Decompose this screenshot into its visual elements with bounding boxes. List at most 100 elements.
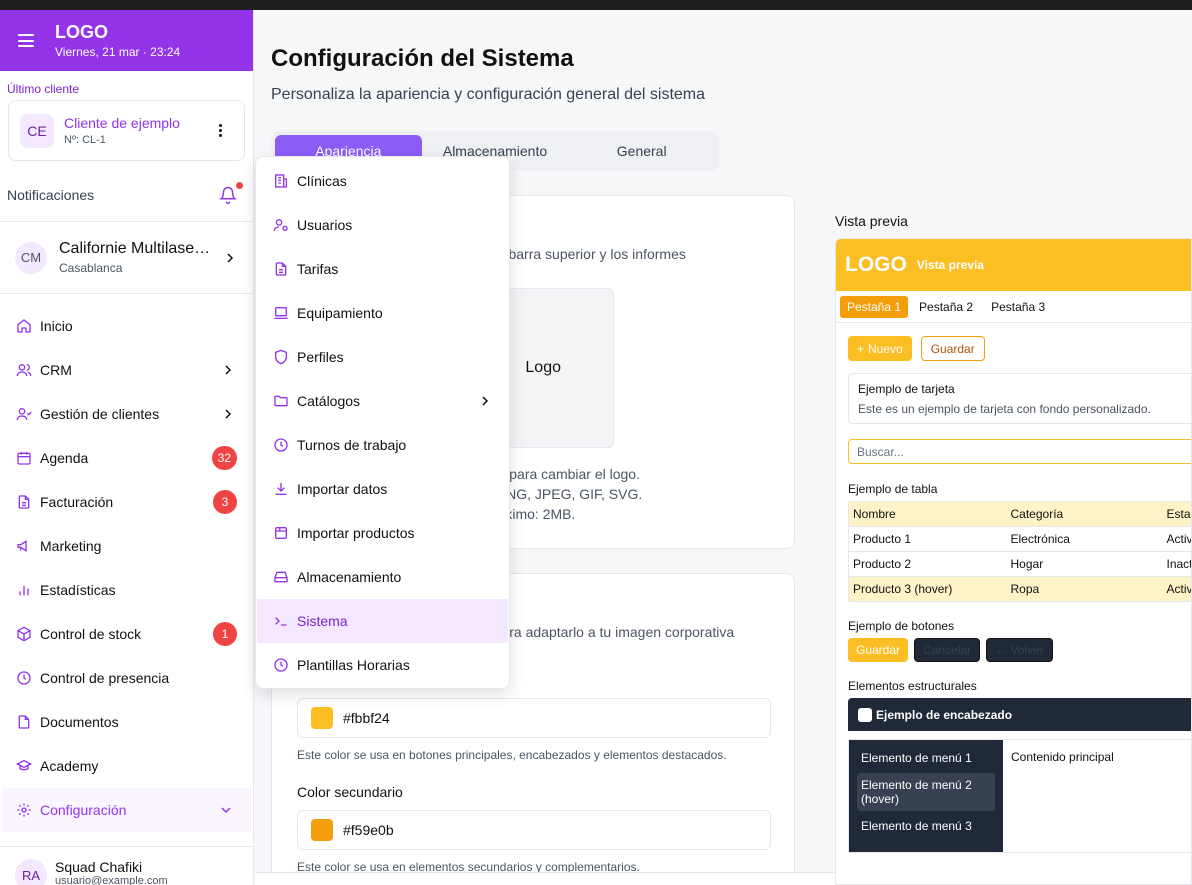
terminal-icon — [275, 617, 287, 626]
sidebar-item-label: Agenda — [40, 450, 89, 466]
submenu-item-label: Turnos de trabajo — [297, 437, 407, 453]
preview-struct-title: Elementos estructurales — [848, 679, 977, 693]
file-text-icon — [275, 262, 287, 276]
notifications-row[interactable]: Notificaciones — [0, 169, 253, 222]
submenu-item-clinicas[interactable]: Clínicas — [257, 159, 508, 203]
user-email: usuario@example.com — [55, 875, 168, 885]
sidebar-item-academy[interactable]: Academy — [0, 744, 253, 788]
chevron-right-icon — [227, 252, 234, 263]
secondary-color-field[interactable]: #f59e0b — [297, 810, 771, 850]
tab-general[interactable]: General — [568, 135, 715, 167]
preview-search-input[interactable]: Buscar... — [848, 439, 1191, 464]
primary-color-swatch[interactable] — [311, 707, 333, 729]
chevron-right-icon — [225, 409, 232, 419]
submenu-item-sistema[interactable]: Sistema — [257, 599, 508, 643]
preview-main-content: Contenido principal — [1011, 750, 1114, 764]
clock-icon — [274, 438, 288, 452]
preview-btn-cancel[interactable]: Cancelar — [914, 638, 981, 662]
client-name[interactable]: Cliente de ejemplo — [64, 115, 180, 131]
building-icon — [275, 174, 287, 188]
primary-color-help: Este color se usa en botones principales… — [297, 748, 727, 762]
preview-menu-item[interactable]: Elemento de menú 3 — [857, 814, 995, 838]
submenu-item-tarifas[interactable]: Tarifas — [257, 247, 508, 291]
app-logo[interactable]: LOGO — [55, 21, 180, 43]
submenu-item-label: Tarifas — [297, 261, 339, 277]
file-icon — [18, 495, 30, 509]
primary-color-field[interactable]: #fbbf24 — [297, 698, 771, 738]
sidebar-item-marketing[interactable]: Marketing — [0, 524, 253, 568]
sidebar-item-agenda[interactable]: Agenda 32 — [0, 436, 253, 480]
preview-tab-2[interactable]: Pestaña 2 — [912, 296, 980, 318]
submenu-item-catalogos[interactable]: Catálogos — [257, 379, 508, 423]
logo-card-description: n la barra superior y los informes — [482, 246, 686, 262]
secondary-color-label: Color secundario — [297, 784, 403, 800]
preview-menu-item[interactable]: Elemento de menú 2 (hover) — [857, 773, 995, 811]
preview-tab-1[interactable]: Pestaña 1 — [840, 295, 909, 318]
sidebar-item-control-presencia[interactable]: Control de presencia — [0, 656, 253, 700]
laptop-icon — [274, 307, 288, 319]
page-title: Configuración del Sistema — [271, 45, 574, 72]
datetime: Viernes, 21 mar · 23:24 — [55, 45, 181, 59]
account-avatar: CM — [15, 241, 47, 274]
submenu-item-plantillas[interactable]: Plantillas Horarias — [257, 643, 508, 687]
submenu-item-usuarios[interactable]: Usuarios — [257, 203, 508, 247]
table-row[interactable]: Producto 1 Electrónica Activ — [848, 526, 1191, 552]
sidebar-nav: Inicio CRM Gestión de clientes Agenda 32… — [0, 294, 253, 832]
preview-save-button[interactable]: Guardar — [920, 336, 985, 361]
secondary-color-swatch[interactable] — [311, 819, 333, 841]
user-cog-icon — [273, 219, 288, 232]
chevron-right-icon — [225, 365, 232, 375]
submenu-item-importar-productos[interactable]: Importar productos — [257, 511, 508, 555]
submenu-item-almacenamiento[interactable]: Almacenamiento — [257, 555, 508, 599]
account-location: Casablanca — [59, 261, 123, 275]
table-row[interactable]: Producto 3 (hover) Ropa Activ — [848, 576, 1191, 602]
more-options-icon[interactable] — [219, 124, 222, 137]
gear-icon — [17, 803, 31, 817]
preview-btn-save[interactable]: Guardar — [848, 638, 909, 662]
preview-logo: LOGO — [845, 253, 907, 276]
sidebar-item-label: Marketing — [40, 538, 102, 554]
menu-icon[interactable] — [18, 34, 34, 47]
sidebar-item-gestion-clientes[interactable]: Gestión de clientes — [0, 392, 253, 436]
home-icon — [17, 319, 31, 333]
sidebar-item-label: Control de stock — [40, 626, 142, 642]
submenu-item-importar-datos[interactable]: Importar datos — [257, 467, 508, 511]
submenu-item-perfiles[interactable]: Perfiles — [257, 335, 508, 379]
folder-icon — [274, 395, 288, 407]
notification-dot — [236, 182, 243, 189]
sidebar-item-documentos[interactable]: Documentos — [0, 700, 253, 744]
preview-new-button[interactable]: + Nuevo — [848, 336, 912, 361]
sidebar-item-crm[interactable]: CRM — [0, 348, 253, 392]
table-cell: Inact — [1162, 551, 1191, 577]
chevron-down-icon — [221, 807, 231, 814]
sidebar-item-label: Academy — [40, 758, 99, 774]
sidebar-item-inicio[interactable]: Inicio — [0, 304, 253, 348]
agenda-badge: 32 — [211, 446, 237, 470]
account-selector[interactable]: CM Californie Multilase… Casablanca — [0, 222, 253, 294]
preview-struct-header-label: Ejemplo de encabezado — [876, 707, 1013, 722]
stock-badge: 1 — [213, 622, 237, 646]
clock-icon — [17, 671, 31, 685]
last-client-card[interactable]: CE Cliente de ejemplo Nº: CL-1 — [8, 100, 245, 161]
preview-tab-3[interactable]: Pestaña 3 — [984, 296, 1052, 318]
bell-icon[interactable] — [219, 182, 243, 204]
sidebar-item-label: CRM — [40, 362, 72, 378]
sidebar-item-label: Facturación — [40, 494, 114, 510]
client-avatar: CE — [20, 113, 54, 148]
last-client-label: Último cliente — [7, 82, 80, 96]
secondary-color-value: #f59e0b — [343, 822, 394, 838]
submenu-item-turnos[interactable]: Turnos de trabajo — [257, 423, 508, 467]
preview-menu-item[interactable]: Elemento de menú 1 — [857, 746, 995, 770]
table-row[interactable]: Producto 2 Hogar Inact — [848, 551, 1191, 577]
sidebar-item-facturacion[interactable]: Facturación 3 — [0, 480, 253, 524]
sidebar-item-estadisticas[interactable]: Estadísticas — [0, 568, 253, 612]
submenu-item-equipamiento[interactable]: Equipamiento — [257, 291, 508, 335]
sidebar-item-configuracion[interactable]: Configuración — [2, 788, 251, 832]
document-icon — [18, 715, 30, 729]
upload-info: gen para cambiar el logo. s: PNG, JPEG, … — [482, 466, 643, 522]
preview-buttons-title: Ejemplo de botones — [848, 619, 955, 633]
sidebar-item-control-stock[interactable]: Control de stock 1 — [0, 612, 253, 656]
shield-icon — [275, 349, 287, 365]
user-profile[interactable]: RA Squad Chafiki usuario@example.com — [0, 846, 254, 885]
preview-btn-back[interactable]: ← Volver — [986, 638, 1053, 662]
